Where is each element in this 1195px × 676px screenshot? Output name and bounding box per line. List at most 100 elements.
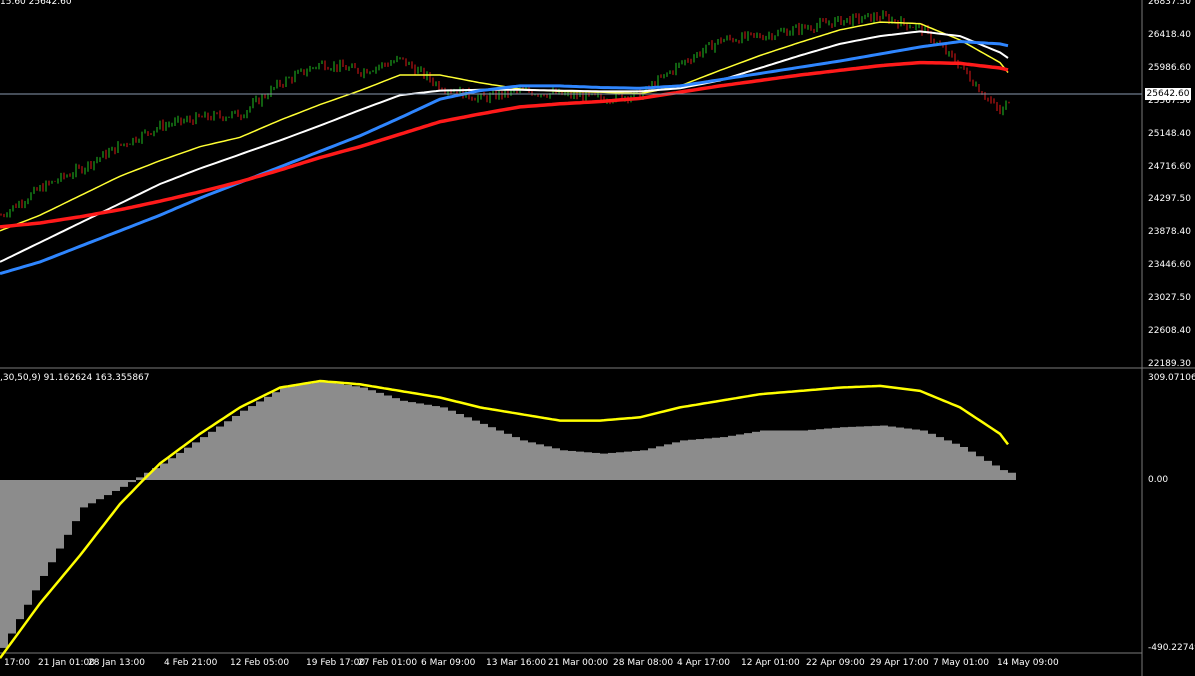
histogram-bar <box>448 410 456 480</box>
histogram-bar <box>16 480 24 620</box>
histogram-bar <box>544 446 552 480</box>
histogram-bar <box>736 434 744 480</box>
histogram-bar <box>536 444 544 480</box>
histogram-bar <box>760 430 768 480</box>
x-tick: 17:00 <box>4 658 30 668</box>
histogram-bar <box>552 448 560 480</box>
histogram-bar <box>360 387 368 480</box>
histogram-bar <box>560 450 568 480</box>
x-tick: 4 Feb 21:00 <box>164 658 218 668</box>
histogram-bar <box>864 426 872 480</box>
histogram-bar <box>352 386 360 480</box>
histogram-bar <box>1000 470 1008 480</box>
histogram-bar <box>936 437 944 480</box>
histogram-bar <box>512 437 520 480</box>
histogram-bar <box>432 406 440 480</box>
histogram-bar <box>32 480 40 591</box>
x-tick: 29 Apr 17:00 <box>870 658 929 668</box>
histogram-bar <box>424 404 432 480</box>
histogram-bar <box>504 433 512 480</box>
histogram-bar <box>976 456 984 480</box>
histogram-bar <box>776 430 784 480</box>
histogram-bar <box>616 452 624 480</box>
histogram-bar <box>312 382 320 480</box>
x-tick: 19 Feb 17:00 <box>306 658 366 668</box>
histogram-bar <box>904 428 912 480</box>
main-y-tick: 23027.50 <box>1148 293 1191 304</box>
x-tick: 28 Jan 13:00 <box>88 658 145 668</box>
main-y-tick: 23878.40 <box>1148 227 1191 238</box>
histogram-bar <box>176 452 184 480</box>
histogram-bar <box>472 420 480 480</box>
histogram-bar <box>280 387 288 480</box>
histogram-bar <box>968 451 976 480</box>
histogram-bar <box>304 383 312 480</box>
histogram-bar <box>416 403 424 480</box>
histogram-bar <box>112 480 120 491</box>
histogram-bar <box>528 442 536 480</box>
histogram-bar <box>680 440 688 480</box>
histogram-bar <box>88 480 96 504</box>
histogram-bar <box>984 460 992 480</box>
histogram-bar <box>264 396 272 480</box>
histogram-bar <box>408 402 416 480</box>
histogram-bar <box>256 401 264 480</box>
histogram-group <box>0 380 1016 648</box>
histogram-bar <box>872 425 880 480</box>
histogram-bar <box>592 452 600 480</box>
histogram-bar <box>200 437 208 480</box>
histogram-bar <box>704 438 712 480</box>
histogram-bar <box>752 431 760 480</box>
histogram-bar <box>8 480 16 634</box>
chart-canvas[interactable] <box>0 0 1195 676</box>
histogram-bar <box>104 480 112 496</box>
histogram-bar <box>184 447 192 480</box>
histogram-bar <box>192 442 200 480</box>
histogram-bar <box>712 437 720 480</box>
histogram-bar <box>600 453 608 480</box>
main-y-tick: 23446.60 <box>1148 260 1191 271</box>
histogram-bar <box>160 463 168 480</box>
indicator-y-zero: 0.00 <box>1148 475 1169 485</box>
indicator-header: ,30,50,9) 91.162624 163.355867 <box>0 373 150 383</box>
histogram-bar <box>488 427 496 480</box>
histogram-bar <box>848 426 856 480</box>
ma-yellow-line <box>0 21 1009 232</box>
histogram-bar <box>944 440 952 480</box>
main-y-tick: 26837.50 <box>1148 0 1191 7</box>
x-tick: 27 Feb 01:00 <box>358 658 418 668</box>
histogram-bar <box>640 450 648 480</box>
histogram-bar <box>920 430 928 480</box>
histogram-bar <box>80 480 88 508</box>
histogram-bar <box>368 390 376 480</box>
histogram-bar <box>952 443 960 480</box>
histogram-bar <box>376 392 384 480</box>
histogram-bar <box>72 480 80 522</box>
main-y-tick: 22189.30 <box>1148 359 1191 369</box>
histogram-bar <box>328 382 336 480</box>
histogram-bar <box>648 448 656 480</box>
histogram-bar <box>96 480 104 500</box>
histogram-bar <box>608 452 616 480</box>
x-tick: 12 Apr 01:00 <box>741 658 800 668</box>
indicator-y-max: 309.071066 <box>1148 373 1195 383</box>
histogram-bar <box>912 429 920 480</box>
histogram-bar <box>216 426 224 480</box>
histogram-bar <box>296 384 304 480</box>
ma-blue-line <box>0 39 1009 276</box>
histogram-bar <box>0 480 8 648</box>
histogram-bar <box>656 446 664 480</box>
signal-line-group <box>0 379 1009 659</box>
histogram-bar <box>576 451 584 480</box>
histogram-bar <box>64 480 72 535</box>
histogram-bar <box>992 465 1000 480</box>
histogram-bar <box>696 439 704 480</box>
current-price-tag: 25642.60 <box>1145 88 1191 100</box>
histogram-bar <box>456 413 464 480</box>
histogram-bar <box>584 452 592 480</box>
histogram-bar <box>768 430 776 480</box>
histogram-bar <box>816 429 824 480</box>
main-y-tick: 24297.50 <box>1148 194 1191 205</box>
histogram-bar <box>248 406 256 480</box>
histogram-bar <box>960 446 968 480</box>
